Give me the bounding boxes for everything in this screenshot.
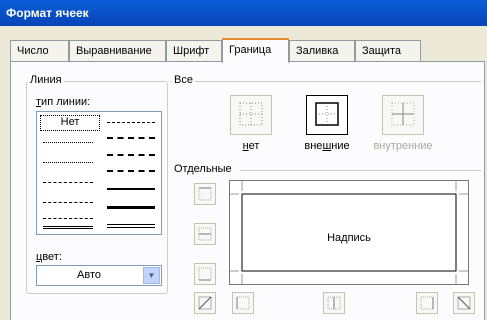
line-style-slant-dash-dot[interactable] <box>107 137 155 139</box>
line-style-medium[interactable] <box>107 188 155 190</box>
border-left-button[interactable] <box>232 292 254 314</box>
border-inside-horizontal-button[interactable] <box>194 223 216 245</box>
border-right-button[interactable] <box>416 292 438 314</box>
line-group-title: Линия <box>28 74 64 86</box>
border-left-icon <box>236 296 250 310</box>
border-top-button[interactable] <box>194 183 216 205</box>
border-inside-vertical-button[interactable] <box>323 292 345 314</box>
tab-alignment-label: Выравнивание <box>76 45 152 57</box>
line-style-double[interactable] <box>107 224 155 228</box>
separate-divider <box>240 170 481 172</box>
preset-none-label-text: ет <box>248 140 260 152</box>
preset-none-label: нет <box>211 140 291 152</box>
tab-border-label: Граница <box>229 44 272 56</box>
diagonal-down-icon <box>457 296 471 310</box>
line-type-label-text: ип линии: <box>41 96 91 108</box>
border-inside-horizontal-icon <box>198 227 212 241</box>
color-select[interactable]: Авто ▼ <box>36 265 162 286</box>
preset-outline-label-post: ние <box>331 140 350 152</box>
line-style-medium-dashed[interactable] <box>107 170 155 172</box>
border-bottom-button[interactable] <box>194 263 216 285</box>
border-none-icon <box>239 102 263 126</box>
color-select-value: Авто <box>77 269 101 281</box>
presets-title: Все <box>172 74 195 86</box>
line-style-dash-dot-dot[interactable] <box>43 182 93 183</box>
tab-number-label: Число <box>17 45 49 57</box>
border-bottom-icon <box>198 267 212 281</box>
tab-font[interactable]: Шрифт <box>166 40 222 61</box>
diagonal-up-icon <box>198 296 212 310</box>
chevron-down-icon[interactable]: ▼ <box>143 267 160 284</box>
border-diagonal-up-button[interactable] <box>194 292 216 314</box>
border-inside-icon <box>391 102 415 126</box>
preset-outline-label-pre: вне <box>304 140 323 152</box>
line-style-thick[interactable] <box>107 206 155 209</box>
window-title: Формат ячеек <box>6 6 89 20</box>
tab-font-label: Шрифт <box>173 45 210 57</box>
border-outline-icon <box>315 102 339 126</box>
preset-inside-label: внутренние <box>373 140 433 152</box>
preset-outline-button[interactable] <box>306 95 348 135</box>
presets-divider <box>171 81 481 83</box>
preset-outline-label-accel: ш <box>322 140 332 152</box>
separate-title: Отдельные <box>172 163 234 175</box>
border-top-icon <box>198 187 212 201</box>
line-style-dotted[interactable] <box>43 162 93 163</box>
border-right-icon <box>420 296 434 310</box>
line-style-dash-dot[interactable] <box>43 202 93 203</box>
tab-border[interactable]: Граница <box>222 38 289 63</box>
line-style-hairline[interactable] <box>43 142 93 143</box>
tab-alignment[interactable]: Выравнивание <box>69 40 166 61</box>
line-style-none[interactable]: Нет <box>40 115 100 131</box>
line-type-label: тип линии: <box>36 96 90 108</box>
tab-protection[interactable]: Защита <box>355 40 421 61</box>
tab-number[interactable]: Число <box>10 40 69 61</box>
line-style-thin-solid[interactable] <box>43 226 93 229</box>
preview-text: Надпись <box>327 232 371 244</box>
border-diagonal-down-button[interactable] <box>453 292 475 314</box>
line-style-list[interactable]: Нет <box>36 111 162 235</box>
border-inside-vertical-icon <box>327 296 341 310</box>
line-style-dashed[interactable] <box>43 218 93 219</box>
preset-none-button[interactable] <box>230 95 272 135</box>
preset-outline-label: внешние <box>287 140 367 152</box>
tab-fill-label: Заливка <box>296 45 339 57</box>
line-style-medium-dash-dot[interactable] <box>107 154 155 156</box>
line-style-none-label: Нет <box>60 116 80 128</box>
line-style-medium-dash-dot-dot[interactable] <box>107 122 155 123</box>
title-bar: Формат ячеек <box>0 0 487 26</box>
border-preview[interactable]: Надпись <box>229 180 469 285</box>
tab-fill[interactable]: Заливка <box>289 40 355 61</box>
preset-inside-button[interactable] <box>382 95 424 135</box>
color-label: цвет: <box>36 251 62 263</box>
color-label-text: вет: <box>42 251 62 263</box>
tab-protection-label: Защита <box>362 45 401 57</box>
